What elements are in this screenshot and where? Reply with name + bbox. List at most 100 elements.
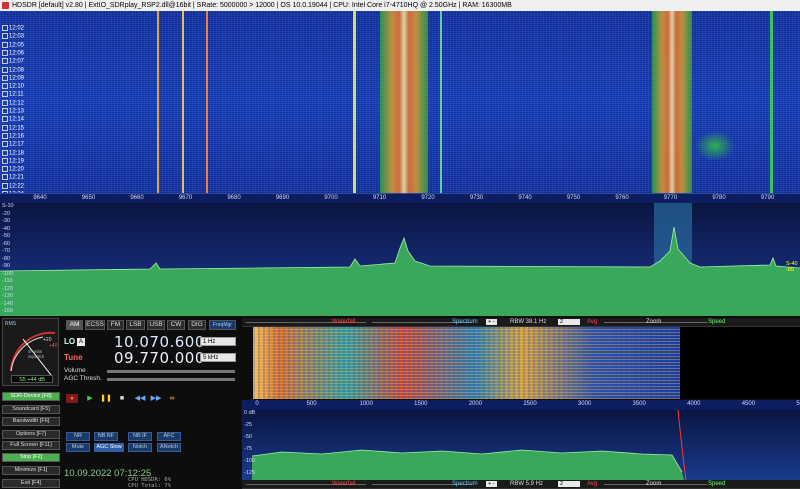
db-tick: -140 [2, 300, 14, 307]
left-button[interactable]: Minimize [F1] [2, 466, 60, 475]
af-spectrum[interactable]: 0 dB -25 -50 -75 -100 -125 [242, 410, 800, 480]
rbw-label-2: RBW 5.9 Hz [510, 481, 544, 487]
lo-tag[interactable]: A [77, 338, 85, 346]
mode-fm[interactable]: FM [107, 320, 124, 330]
dsp-nb-rf[interactable]: NB RF [94, 432, 118, 441]
waterfall-timestamp: 12:17 [2, 141, 24, 148]
mode-dig[interactable]: DIG [188, 320, 206, 330]
waterfall-timestamp: 12:13 [2, 108, 24, 115]
forward-button[interactable]: ▶▶ [150, 394, 162, 403]
db-tick: -100 [2, 270, 14, 277]
tune-label: Tune [64, 353, 83, 362]
waterfall-timestamp: 12:15 [2, 125, 24, 131]
left-button[interactable]: Exit [F4] [2, 479, 60, 488]
dsp-nb-if[interactable]: NB IF [128, 432, 152, 441]
window-title: HDSDR [default] v2.80 | ExtIO_SDRplay_RS… [12, 2, 512, 9]
spectrum-spinner-2[interactable]: + - [486, 481, 497, 487]
mode-lsb[interactable]: LSB [126, 320, 145, 330]
volume-slider[interactable] [107, 370, 235, 373]
main-waterfall[interactable]: 12:02 12:03 12:05 12:06 12:07 12:08 12:09 12:10… [0, 11, 800, 193]
s-meter-label: S-units Squelch [28, 349, 45, 359]
frequency-tick: 9750 [566, 195, 581, 201]
waterfall-timestamp: 12:05 [2, 42, 24, 48]
left-button[interactable]: Full Screen [F11] [2, 441, 60, 450]
left-button[interactable]: Stop [F2] [2, 453, 60, 462]
dsp-agc-slow[interactable]: AGC Slow [94, 443, 124, 452]
rewind-button[interactable]: ◀◀ [134, 394, 146, 403]
cpu-total: CPU Total: 7% [128, 483, 172, 489]
dsp-mute[interactable]: Mute [66, 443, 90, 452]
volume-label: Volume [64, 367, 86, 374]
frequency-tick: 9730 [469, 195, 484, 201]
frequency-tick: 9790 [760, 195, 775, 201]
frequency-tick: 9760 [615, 195, 629, 201]
db-tick: S-10 [2, 203, 14, 209]
cpu-usage: CPU HDSDR: 6% CPU Total: 7% [128, 477, 171, 489]
db-tick: -150 [2, 308, 14, 314]
db-tick: -70 [2, 248, 10, 254]
af-frequency-tick: 1500 [414, 401, 428, 407]
spectrum-label-2: Spectrum [452, 481, 478, 487]
dsp-afc[interactable]: AFC [157, 432, 181, 441]
af-db-tick: -100 [244, 458, 256, 464]
db-tick: -20 [2, 210, 10, 217]
frequency-tick: 9710 [372, 195, 387, 201]
lo-label: LO [64, 337, 76, 346]
lo-step-select[interactable]: 1 Hz [200, 337, 236, 346]
left-button[interactable]: Bandwidth [F6] [2, 417, 60, 426]
dsp-anotch[interactable]: ANotch [157, 443, 181, 452]
pause-button[interactable]: ❚❚ [100, 394, 112, 403]
db-tick: -130 [2, 293, 14, 299]
waterfall-timestamp: 12:21 [2, 174, 24, 181]
loop-button[interactable]: ∞ [166, 394, 178, 403]
waterfall-timestamp: 12:19 [2, 158, 24, 164]
af-frequency-scale[interactable]: 0 500 1000 1500 2000 2500 3000 3500 4000 4500 5000 [242, 400, 800, 410]
tune-step-select[interactable]: 5 kHz [200, 353, 236, 362]
main-spectrum[interactable]: S-10 -20 -30 -40 -50 -60 -70 -80 -90 -100 -110 -120… [0, 203, 800, 316]
rbw-label: RBW 38.1 Hz [510, 319, 547, 325]
af-waterfall[interactable] [253, 327, 680, 399]
db-tick: -80 [2, 255, 10, 262]
agc-label: AGC Thresh. [64, 375, 102, 382]
frequency-tick: 9700 [324, 195, 338, 201]
spectrum-right-label: S-40 -85 [786, 261, 798, 273]
mode-cw[interactable]: CW [167, 320, 185, 330]
speed-label-2: Speed [708, 481, 726, 487]
waterfall-timestamp: 12:18 [2, 150, 24, 156]
left-button[interactable]: SDR-Device [F8] [2, 392, 60, 401]
db-tick: -120 [2, 285, 14, 292]
left-button[interactable]: Soundcard [F5] [2, 405, 60, 414]
waterfall-timestamps: 12:02 12:03 12:05 12:06 12:07 12:08 12:09 12:10… [0, 25, 26, 193]
play-button[interactable]: ▶ [84, 394, 96, 403]
frequency-tick: 9780 [712, 195, 726, 201]
record-button[interactable]: ● [66, 394, 78, 403]
agc-slider[interactable] [107, 378, 235, 381]
af-db-tick: -75 [244, 446, 252, 452]
spectrum-label: Spectrum [452, 319, 478, 325]
s-meter[interactable]: RMS +20 +40 S-units Squelch S5 +44 dB [2, 318, 59, 386]
af-frequency-tick: 0 [255, 401, 259, 407]
waterfall-timestamp: 12:07 [2, 58, 24, 65]
frequency-tick: 9660 [130, 195, 144, 201]
waterfall-timestamp: 12:22 [2, 183, 24, 189]
stop-button[interactable]: ■ [116, 394, 128, 403]
mode-ecss[interactable]: ECSS [85, 320, 105, 330]
spectrum-spinner[interactable]: + - [486, 319, 497, 325]
frequency-scale-top[interactable]: 9640 9650 9660 9670 9680 9690 9700 9710 9720 9730… [0, 193, 800, 203]
af-db-tick: 0 dB [244, 410, 256, 416]
left-button[interactable]: Options [F7] [2, 430, 60, 439]
rbw-select[interactable]: 2 [558, 319, 580, 325]
mode-am[interactable]: AM [66, 320, 83, 330]
frequency-tick: 9670 [178, 195, 193, 201]
af-frequency-tick: 2000 [468, 401, 483, 407]
dsp-nr[interactable]: NR [66, 432, 90, 441]
mode-usb[interactable]: USB [147, 320, 165, 330]
freqmgr-button[interactable]: FreqMgr [209, 320, 236, 330]
dsp-notch[interactable]: Notch [128, 443, 152, 452]
tune-frequency[interactable]: 09.770.000 [114, 349, 205, 367]
app-icon [2, 2, 9, 9]
rbw-select-2[interactable]: 2 [558, 481, 580, 487]
db-tick: -110 [2, 278, 13, 284]
waterfall-timestamp: 12:09 [2, 75, 24, 81]
frequency-tick: 9680 [227, 195, 241, 201]
